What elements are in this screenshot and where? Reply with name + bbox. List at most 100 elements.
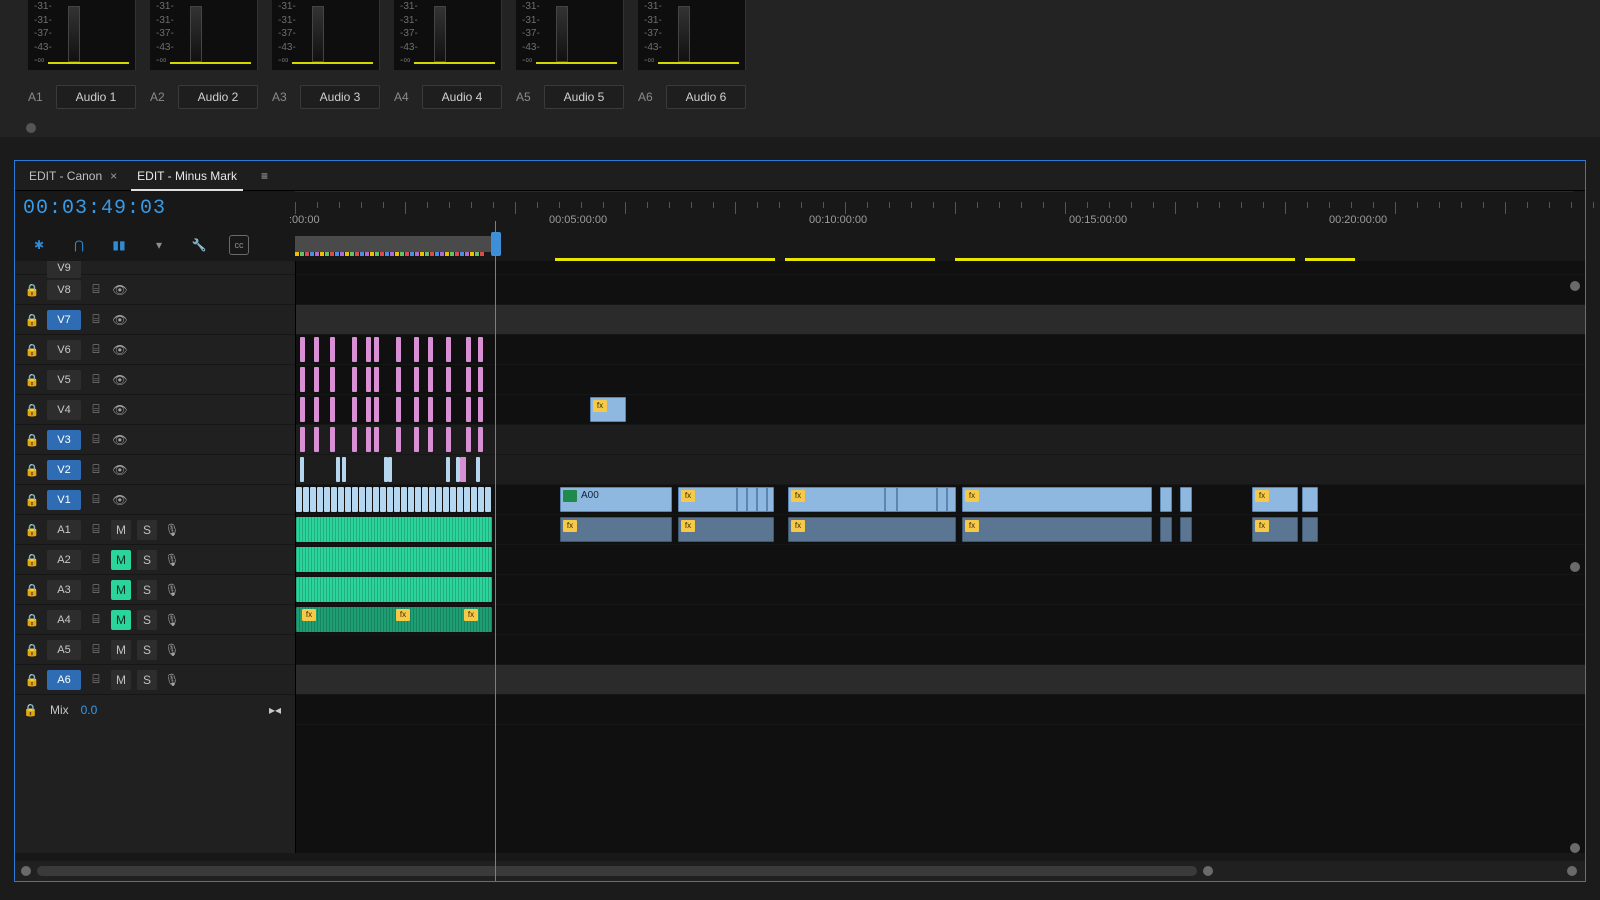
marker-icon[interactable]: ▾ [149,235,169,255]
sync-lock-toggle[interactable]: ⌸ [87,342,105,357]
clip[interactable] [296,487,302,512]
track-target-toggle[interactable]: V8 [47,280,81,300]
clip[interactable] [366,427,371,452]
clip[interactable] [415,487,421,512]
voiceover-record-toggle[interactable]: 🎙 [163,553,181,567]
track-target-toggle[interactable]: V6 [47,340,81,360]
track-target-toggle[interactable]: A1 [47,520,81,540]
clip[interactable] [342,457,346,482]
clip[interactable] [401,487,407,512]
clip[interactable] [936,487,938,512]
clip[interactable] [1180,517,1192,542]
sync-lock-toggle[interactable]: ⌸ [87,432,105,447]
voiceover-record-toggle[interactable]: 🎙 [163,613,181,627]
insert-overwrite-icon[interactable]: ✱ [29,235,49,255]
clip[interactable] [324,487,330,512]
clip[interactable] [296,547,492,572]
clip[interactable] [446,397,451,422]
time-ruler[interactable]: :00:0000:05:00:0000:10:00:0000:15:00:000… [295,191,1573,261]
clip[interactable]: fx [962,487,1152,512]
clip[interactable] [374,397,379,422]
voiceover-record-toggle[interactable]: 🎙 [163,523,181,537]
clip[interactable] [352,337,357,362]
track-target-toggle[interactable]: V4 [47,400,81,420]
sync-lock-toggle[interactable]: ⌸ [87,402,105,417]
track-solo-toggle[interactable]: S [137,640,157,660]
track-mute-toggle[interactable]: M [111,520,131,540]
clip[interactable] [414,367,419,392]
track-solo-toggle[interactable]: S [137,550,157,570]
meter-name-input[interactable]: Audio 3 [300,85,380,109]
snap-icon[interactable]: ⋂ [69,235,89,255]
clip[interactable] [428,337,433,362]
clip[interactable] [428,397,433,422]
track-content[interactable]: fxA00fxfxfxfxfxfxfxfxfxfxfxfx [295,261,1585,853]
clip[interactable] [422,487,428,512]
clip[interactable] [466,367,471,392]
track-lock-toggle[interactable]: 🔒 [23,373,41,387]
playhead-timecode[interactable]: 00:03:49:03 [23,197,166,220]
clip[interactable]: fx [788,487,956,512]
clip[interactable] [300,337,305,362]
clip[interactable]: fx [788,517,956,542]
clip[interactable] [331,487,337,512]
work-area-bar[interactable] [295,236,493,252]
clip[interactable] [485,487,491,512]
clip[interactable] [374,367,379,392]
settings-wrench-icon[interactable]: 🔧 [189,235,209,255]
clip[interactable] [896,487,898,512]
panel-menu-icon[interactable]: ≡ [261,169,268,183]
clip[interactable] [414,427,419,452]
track-visibility-toggle[interactable]: 👁 [111,343,129,357]
clip[interactable] [314,367,319,392]
track-lock-toggle[interactable]: 🔒 [23,283,41,297]
clip[interactable]: fx [1252,487,1298,512]
clip[interactable] [300,397,305,422]
sync-lock-toggle[interactable]: ⌸ [87,672,105,687]
playhead[interactable] [495,221,496,881]
track-target-toggle[interactable]: V3 [47,430,81,450]
clip[interactable] [446,427,451,452]
clip[interactable] [366,367,371,392]
track-lock-toggle[interactable]: 🔒 [23,493,41,507]
clip[interactable] [429,487,435,512]
clip[interactable] [471,487,477,512]
clip[interactable] [1302,487,1318,512]
clip[interactable] [446,367,451,392]
sync-lock-toggle[interactable]: ⌸ [87,372,105,387]
clip[interactable] [300,457,304,482]
clip[interactable] [756,487,758,512]
clip[interactable] [338,487,344,512]
meter-peak-bar[interactable] [68,6,80,62]
track-visibility-toggle[interactable]: 👁 [111,433,129,447]
timeline-tab[interactable]: EDIT - Canon [15,161,116,191]
track-mute-toggle[interactable]: M [111,580,131,600]
track-lock-toggle[interactable]: 🔒 [23,643,41,657]
track-lock-toggle[interactable]: 🔒 [23,343,41,357]
clip[interactable] [373,487,379,512]
meter-scroll[interactable] [0,123,1600,137]
clip[interactable] [300,427,305,452]
clip[interactable] [352,487,358,512]
track-lock-toggle[interactable]: 🔒 [23,673,41,687]
clip[interactable] [300,367,305,392]
clip[interactable] [374,337,379,362]
clip[interactable] [330,337,335,362]
clip[interactable]: fx [590,397,626,422]
track-target-toggle[interactable]: A4 [47,610,81,630]
track-visibility-toggle[interactable]: 👁 [111,313,129,327]
clip[interactable] [946,487,948,512]
clip[interactable] [396,367,401,392]
clip[interactable] [478,337,483,362]
sync-lock-toggle[interactable]: ⌸ [87,492,105,507]
vertical-zoom-knob[interactable] [1570,281,1580,291]
track-visibility-toggle[interactable]: 👁 [111,463,129,477]
track-target-toggle[interactable]: A6 [47,670,81,690]
track-solo-toggle[interactable]: S [137,520,157,540]
clip[interactable] [443,487,449,512]
clip[interactable] [352,427,357,452]
clip[interactable] [352,367,357,392]
clip[interactable] [330,367,335,392]
meter-name-input[interactable]: Audio 6 [666,85,746,109]
vertical-zoom-knob[interactable] [1570,843,1580,853]
